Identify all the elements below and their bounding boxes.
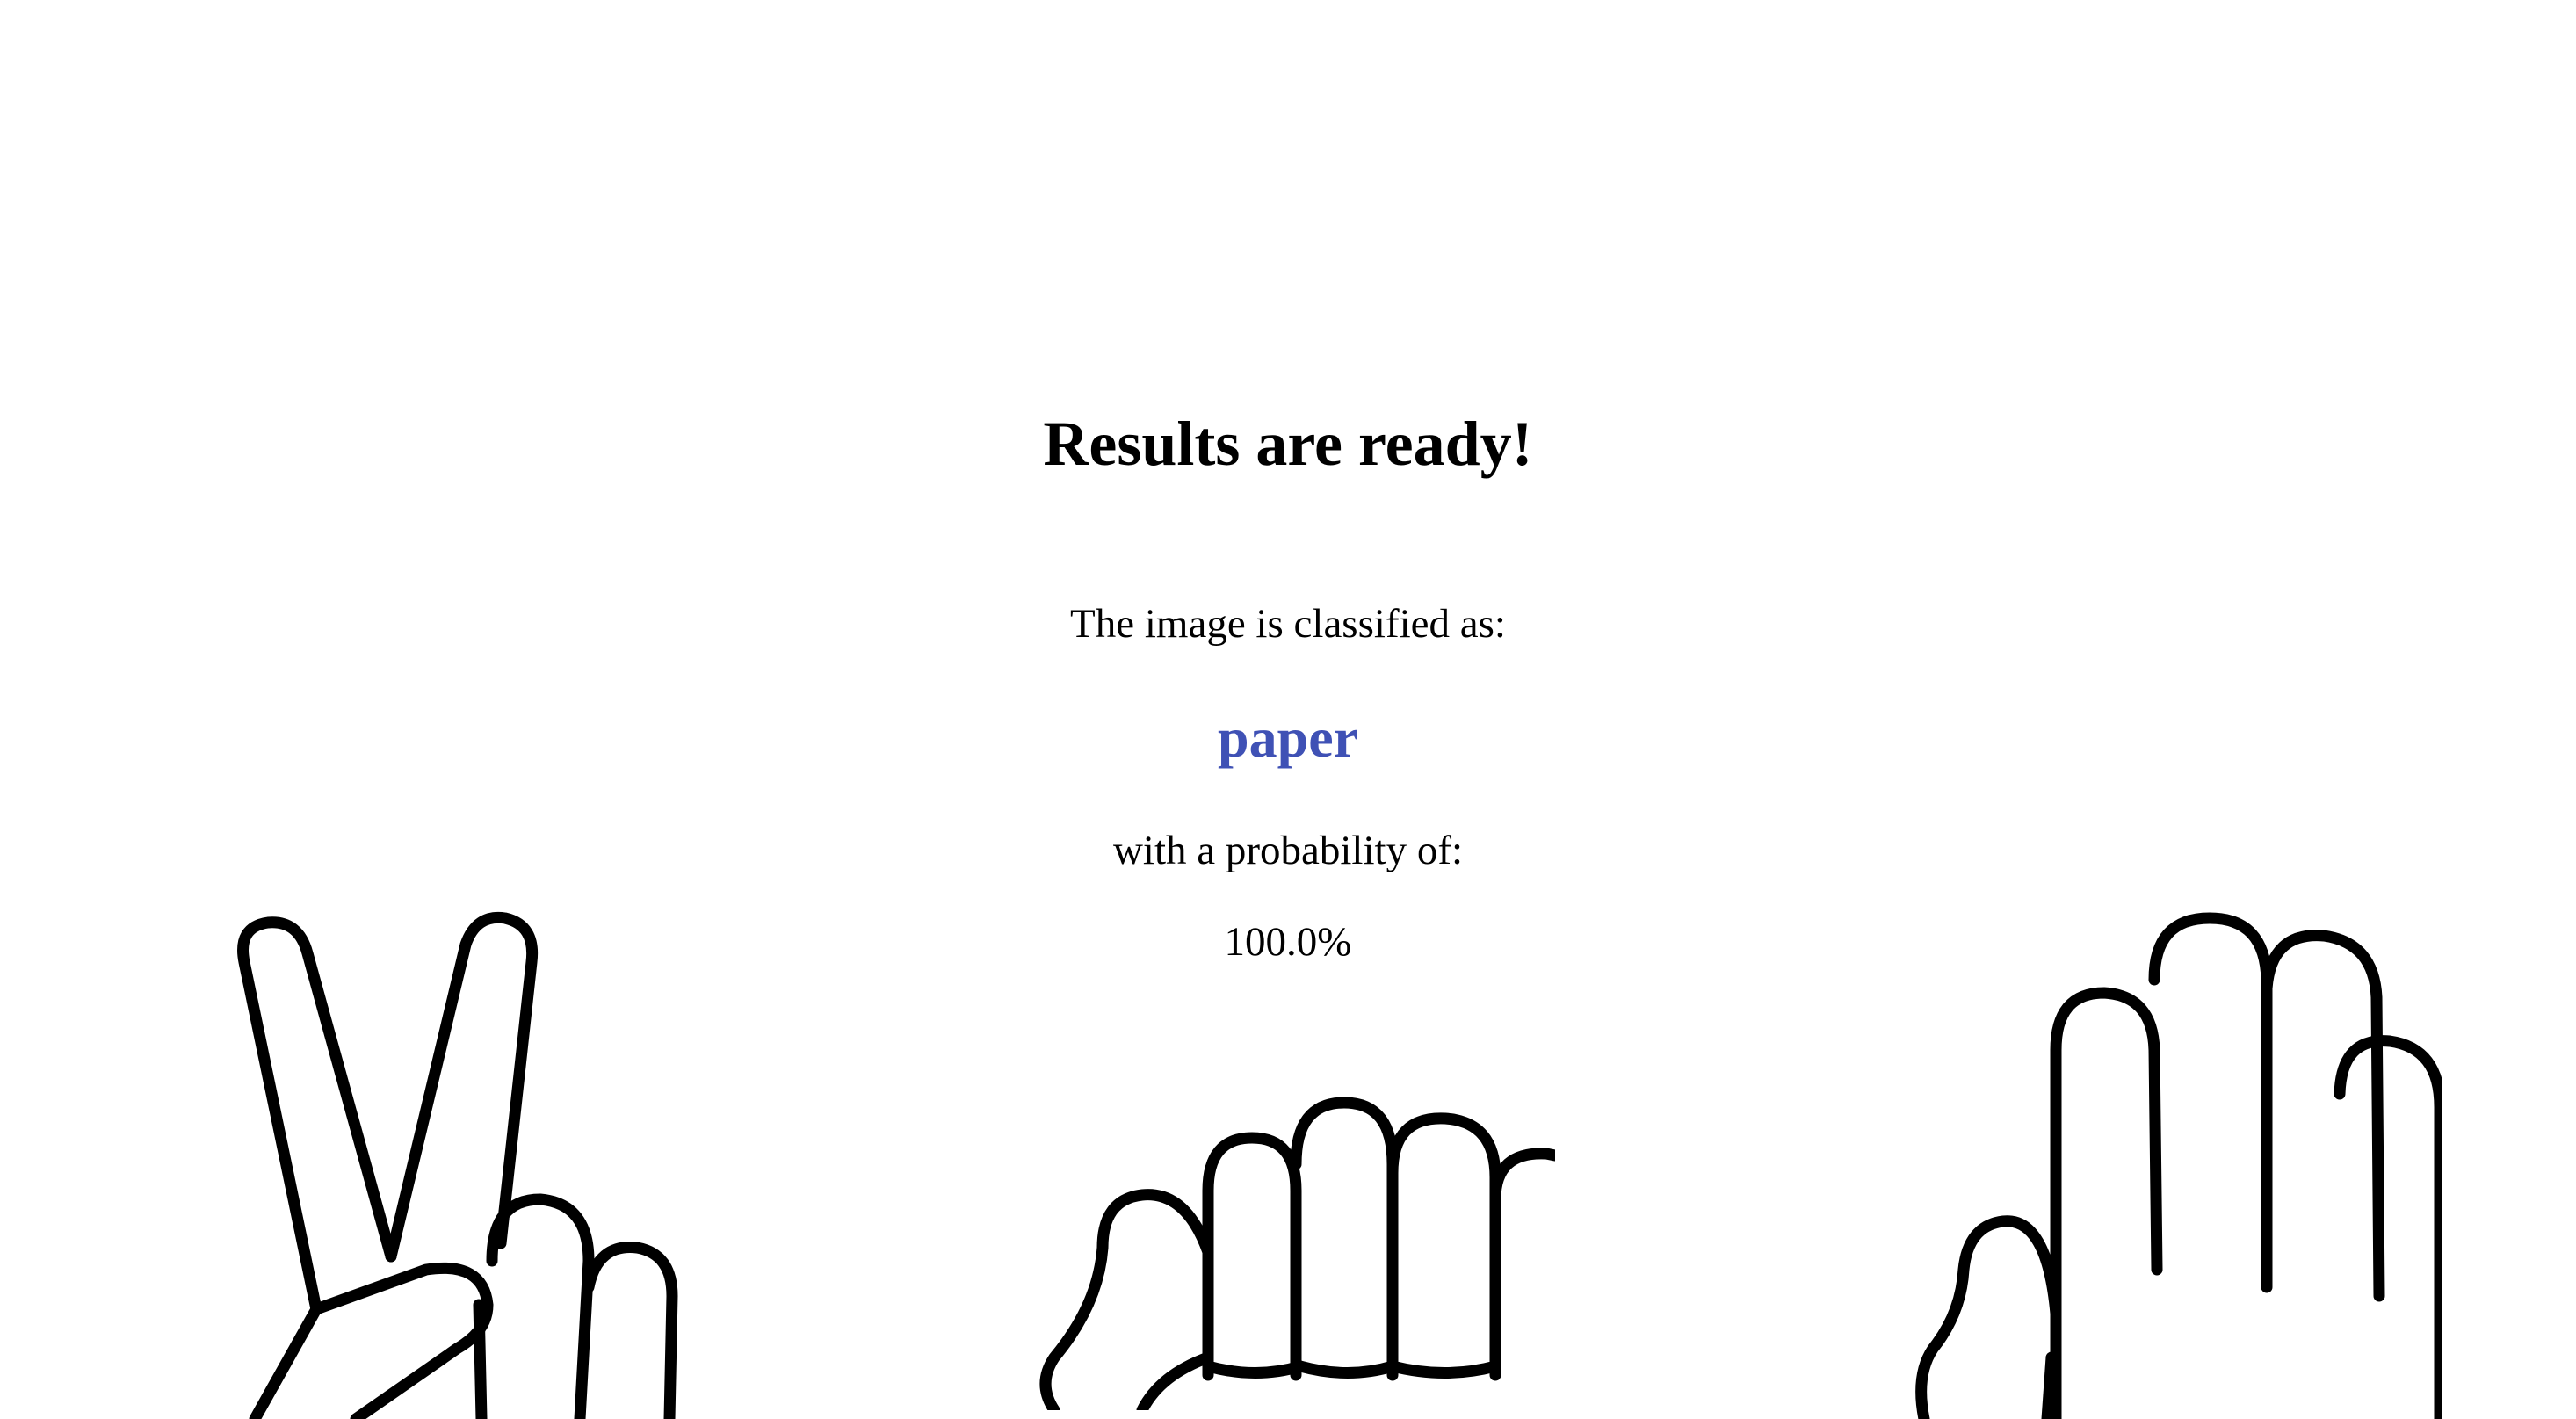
scissors-hand-icon [202, 892, 694, 1419]
classification-intro: The image is classified as: [1070, 601, 1506, 647]
rock-fist-icon [1010, 1076, 1555, 1410]
probability-value: 100.0% [1224, 919, 1352, 965]
paper-hand-icon [1880, 892, 2442, 1419]
probability-text: with a probability of: [1112, 828, 1464, 873]
results-heading: Results are ready! [1043, 409, 1533, 479]
classification-label: paper [1218, 706, 1358, 769]
